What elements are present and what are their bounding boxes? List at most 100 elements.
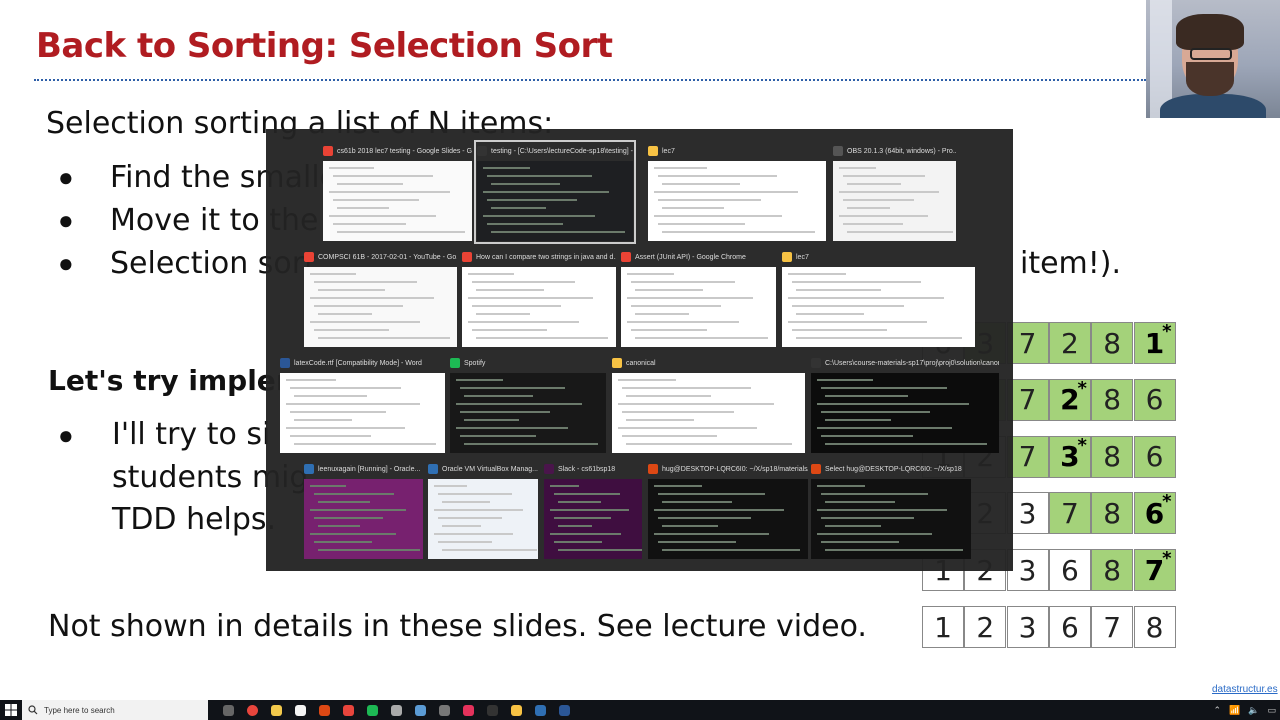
switcher-window[interactable]: Spotify (450, 355, 606, 453)
grid-cell: 1 * (1133, 321, 1176, 364)
app-icon (304, 252, 314, 262)
switcher-window[interactable]: testing - [C:\Users\lectureCode-sp18\tes… (474, 140, 636, 244)
chevron-up-icon[interactable]: ⌃ (1214, 705, 1222, 716)
window-thumbnail (462, 267, 616, 347)
window-caption: Select hug@DESKTOP-LQRC6I0: ~/X/sp18 (811, 461, 971, 477)
grid-cell: 2 (964, 606, 1007, 648)
app-icon (621, 252, 631, 262)
window-title: OBS 20.1.3 (64bit, windows) - Pro... (847, 147, 956, 155)
window-thumbnail (477, 161, 633, 241)
obs-icon[interactable] (434, 700, 454, 720)
app-icon (648, 146, 658, 156)
switcher-window[interactable]: lec7 (648, 143, 826, 241)
window-title: COMPSCI 61B - 2017-02-01 - YouTube - Go.… (318, 253, 457, 261)
section-heading: Let's try impler (48, 364, 290, 397)
window-title: Spotify (464, 359, 486, 367)
window-thumbnail (648, 161, 826, 241)
window-caption: lec7 (782, 249, 975, 265)
bullet-3-tail: item!). (1020, 246, 1122, 281)
title-divider (34, 79, 1146, 81)
chrome-icon[interactable] (242, 700, 262, 720)
app-icon (811, 358, 821, 368)
grid-cell: 8 (1091, 549, 1134, 592)
store-icon[interactable] (506, 700, 526, 720)
window-thumbnail (811, 479, 971, 559)
window-thumbnail (648, 479, 808, 559)
notification-icon[interactable]: ▭ (1267, 705, 1276, 716)
window-caption: Slack - cs61bsp18 (544, 461, 642, 477)
window-thumbnail (450, 373, 606, 453)
spotify-icon[interactable] (362, 700, 382, 720)
switcher-window[interactable]: Slack - cs61bsp18 (544, 461, 642, 559)
switcher-window[interactable]: cs61b 2018 lec7 testing - Google Slides … (323, 143, 472, 241)
switcher-window[interactable]: COMPSCI 61B - 2017-02-01 - YouTube - Go.… (304, 249, 457, 347)
switcher-window[interactable]: hug@DESKTOP-LQRC6I0: ~/X/sp18/materials/… (648, 461, 808, 559)
window-thumbnail (544, 479, 642, 559)
git-icon[interactable] (290, 700, 310, 720)
window-caption: leenuxagain [Running] - Oracle... (304, 461, 423, 477)
vbox-icon[interactable] (410, 700, 430, 720)
window-title: latexCode.rtf [Compatibility Mode] - Wor… (294, 359, 422, 367)
grid-cell: 2 (1048, 322, 1091, 364)
switcher-window[interactable]: canonical (612, 355, 805, 453)
grid-cell: 7 (1091, 606, 1134, 648)
window-thumbnail (304, 479, 423, 559)
grid-cell: 8 (1091, 492, 1134, 535)
window-caption: lec7 (648, 143, 826, 159)
slide-title: Back to Sorting: Selection Sort (36, 26, 613, 66)
slide: Back to Sorting: Selection Sort Selectio… (0, 0, 1280, 700)
window-thumbnail (428, 479, 538, 559)
window-thumbnail (280, 373, 445, 453)
switcher-window[interactable]: OBS 20.1.3 (64bit, windows) - Pro... (833, 143, 956, 241)
switcher-window[interactable]: C:\Users\course-materials-sp17\proj\proj… (811, 355, 999, 453)
idea-icon[interactable] (338, 700, 358, 720)
search-icon (28, 705, 38, 715)
app-icon (280, 358, 290, 368)
switcher-window[interactable]: Assert (JUnit API) - Google Chrome (621, 249, 776, 347)
volume-icon[interactable]: 🔈 (1248, 705, 1259, 716)
explorer-app-icon[interactable] (266, 700, 286, 720)
task-view-icon[interactable] (218, 700, 238, 720)
grid-cell: 6 (1133, 378, 1176, 421)
window-title: Assert (JUnit API) - Google Chrome (635, 253, 746, 261)
app-icon (811, 464, 821, 474)
vm-icon[interactable] (530, 700, 550, 720)
grid-cell: 1 (922, 606, 964, 648)
datastructures-link[interactable]: datastructur.es (1212, 684, 1278, 695)
switcher-window[interactable]: lec7 (782, 249, 975, 347)
grid-cell: 8 (1091, 322, 1134, 364)
window-title: leenuxagain [Running] - Oracle... (318, 465, 421, 473)
switcher-window[interactable]: leenuxagain [Running] - Oracle... (304, 461, 423, 559)
window-title: Oracle VM VirtualBox Manag... (442, 465, 538, 473)
window-caption: hug@DESKTOP-LQRC6I0: ~/X/sp18/materials/… (648, 461, 808, 477)
window-title: C:\Users\course-materials-sp17\proj\proj… (825, 359, 999, 367)
alt-tab-switcher[interactable]: cs61b 2018 lec7 testing - Google Slides … (266, 129, 1013, 571)
word-icon[interactable] (554, 700, 574, 720)
window-caption: Spotify (450, 355, 606, 371)
window-title: canonical (626, 359, 656, 367)
window-caption: Assert (JUnit API) - Google Chrome (621, 249, 776, 265)
grid-cell: 6 (1133, 435, 1176, 478)
switcher-window[interactable]: latexCode.rtf [Compatibility Mode] - Wor… (280, 355, 445, 453)
star-marker: * (1162, 321, 1172, 342)
window-title: lec7 (796, 253, 809, 261)
files-icon[interactable] (482, 700, 502, 720)
network-icon[interactable]: 📶 (1229, 705, 1240, 716)
bullet-dot: ● (58, 205, 74, 235)
taskbar-search[interactable]: Type here to search (22, 700, 208, 720)
switcher-window[interactable]: Select hug@DESKTOP-LQRC6I0: ~/X/sp18 (811, 461, 971, 559)
ubuntu-icon[interactable] (314, 700, 334, 720)
start-button[interactable] (0, 700, 22, 720)
app-icon (462, 252, 472, 262)
window-thumbnail (304, 267, 457, 347)
window-caption: latexCode.rtf [Compatibility Mode] - Wor… (280, 355, 445, 371)
terminal-icon[interactable] (386, 700, 406, 720)
window-caption: testing - [C:\Users\lectureCode-sp18\tes… (477, 143, 633, 159)
intellij-icon[interactable] (458, 700, 478, 720)
switcher-window[interactable]: Oracle VM VirtualBox Manag... (428, 461, 538, 559)
app-icon (544, 464, 554, 474)
switcher-window[interactable]: How can I compare two strings in java an… (462, 249, 616, 347)
window-caption: canonical (612, 355, 805, 371)
window-thumbnail (612, 373, 805, 453)
grid-cell: 6 (1048, 606, 1091, 648)
